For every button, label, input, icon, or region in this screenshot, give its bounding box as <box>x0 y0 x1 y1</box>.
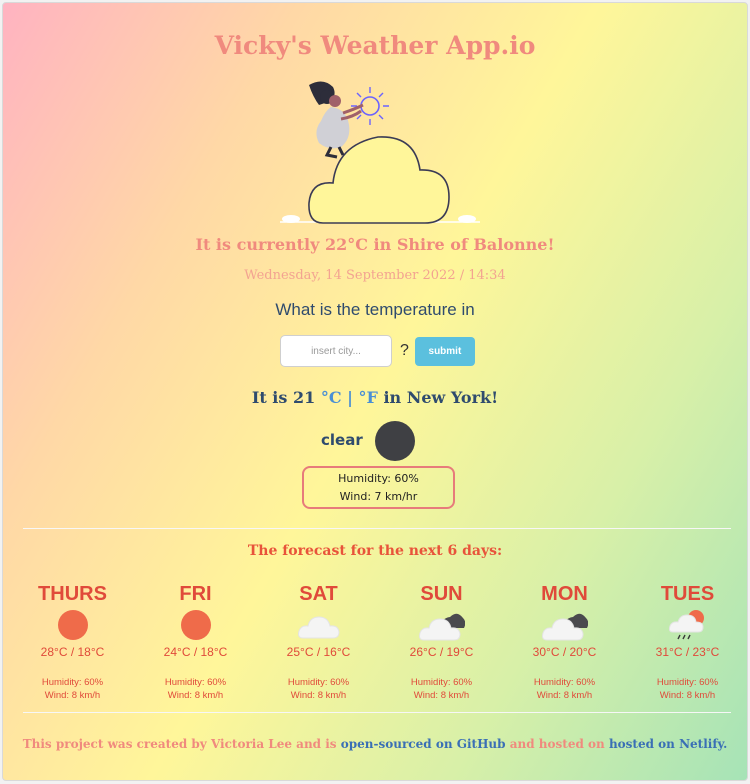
divider <box>23 528 731 529</box>
forecast-day-sat: SAT 25°C / 16°C Humidity: 60% Wind: 8 km… <box>257 583 380 701</box>
humidity-text: Humidity: 60% <box>338 472 419 485</box>
day-temp: 26°C / 19°C <box>409 645 474 659</box>
current-weather-sentence: It is currently 22°C in Shire of Balonne… <box>195 235 555 254</box>
day-name: SUN <box>420 583 463 605</box>
wind-text: Wind: 7 km/hr <box>339 490 418 503</box>
current-datetime: Wednesday, 14 September 2022 / 14:34 <box>244 268 506 283</box>
day-wind: Wind: 8 km/h <box>44 690 101 701</box>
github-link[interactable]: open-sourced on GitHub <box>341 737 506 751</box>
humidity-wind-box: Humidity: 60% Wind: 7 km/hr <box>302 466 455 509</box>
day-temp: 25°C / 16°C <box>286 645 351 659</box>
search-question: What is the temperature in <box>275 300 475 319</box>
day-name: MON <box>541 583 588 605</box>
dark-cloud-icon <box>418 613 465 641</box>
clear-night-icon <box>375 421 415 461</box>
unit-separator: | <box>347 388 353 407</box>
forecast-day-sun: SUN 26°C / 19°C Humidity: 60% Wind: 8 km… <box>380 583 503 701</box>
result-suffix: in New York! <box>383 388 499 407</box>
day-humidity: Humidity: 60% <box>410 677 473 688</box>
forecast-row: THURS 28°C / 18°C Humidity: 60% Wind: 8 … <box>11 583 747 701</box>
forecast-day-fri: FRI 24°C / 18°C Humidity: 60% Wind: 8 km… <box>134 583 257 701</box>
day-name: TUES <box>660 583 715 605</box>
day-wind: Wind: 8 km/h <box>167 690 224 701</box>
woman-on-cloud-illustration <box>280 81 480 224</box>
day-humidity: Humidity: 60% <box>656 677 719 688</box>
question-mark: ? <box>400 342 409 359</box>
day-name: SAT <box>299 583 338 605</box>
footer-text: This project was created by Victoria Lee… <box>22 737 337 751</box>
day-humidity: Humidity: 60% <box>287 677 350 688</box>
forecast-day-mon: MON 30°C / 20°C Humidity: 60% Wind: 8 km… <box>503 583 626 701</box>
result-prefix: It is <box>251 388 288 407</box>
forecast-title: The forecast for the next 6 days: <box>247 543 503 559</box>
forecast-day-tues: TUES 31°C / 23°C Humidity: 60% Wind: 8 k… <box>626 583 747 701</box>
netlify-link[interactable]: hosted on Netlify. <box>609 737 727 751</box>
footer: This project was created by Victoria Lee… <box>3 737 747 751</box>
dark-cloud-icon <box>541 613 588 641</box>
day-humidity: Humidity: 60% <box>533 677 596 688</box>
cloud-icon <box>297 616 340 639</box>
day-humidity: Humidity: 60% <box>164 677 227 688</box>
rain-cloud-icon <box>668 610 704 640</box>
divider <box>23 712 731 713</box>
celsius-link[interactable]: °C <box>321 388 342 407</box>
footer-text: and hosted on <box>509 737 605 751</box>
weather-condition: clear <box>321 431 363 449</box>
day-wind: Wind: 8 km/h <box>536 690 593 701</box>
forecast-day-thurs: THURS 28°C / 18°C Humidity: 60% Wind: 8 … <box>11 583 134 701</box>
result-temperature: 21 <box>292 388 316 407</box>
day-humidity: Humidity: 60% <box>41 677 104 688</box>
fahrenheit-link[interactable]: °F <box>359 388 378 407</box>
day-temp: 24°C / 18°C <box>163 645 228 659</box>
search-form: ? submit <box>280 334 475 368</box>
day-temp: 31°C / 23°C <box>655 645 720 659</box>
day-name: THURS <box>38 583 107 605</box>
searched-city-result: It is 21 °C | °F in New York! <box>3 388 747 407</box>
submit-button[interactable]: submit <box>414 336 475 366</box>
sun-icon <box>180 610 211 640</box>
city-search-input[interactable] <box>280 335 392 367</box>
day-temp: 28°C / 18°C <box>40 645 105 659</box>
day-name: FRI <box>179 583 212 605</box>
sun-icon <box>57 610 88 640</box>
day-wind: Wind: 8 km/h <box>413 690 470 701</box>
app-title: Vicky's Weather App.io <box>214 31 536 60</box>
day-temp: 30°C / 20°C <box>532 645 597 659</box>
app-card: Vicky's Weather App.io It is currently 2… <box>2 2 748 781</box>
day-wind: Wind: 8 km/h <box>659 690 716 701</box>
day-wind: Wind: 8 km/h <box>290 690 347 701</box>
